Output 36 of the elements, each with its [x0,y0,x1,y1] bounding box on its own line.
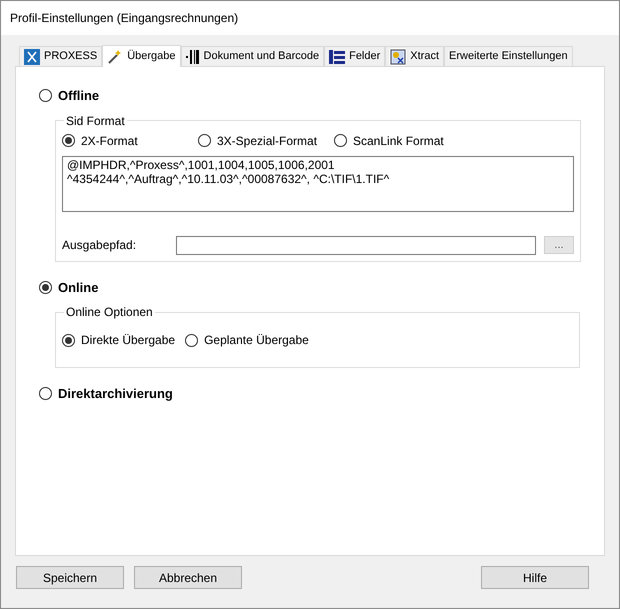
list-icon [329,50,346,64]
dialog-button[interactable]: Speichern [16,566,124,589]
tab[interactable]: Felder [324,46,386,66]
radio-button[interactable] [62,134,75,147]
dialog-button[interactable]: Hilfe [481,566,589,589]
window-title: Profil-Einstellungen (Eingangsrechnungen) [10,10,238,27]
tab[interactable]: Übergabe [102,45,181,67]
option-label: Direkte Übergabe [81,332,176,349]
browse-button[interactable]: ... [544,236,574,254]
radio-button[interactable] [39,387,52,400]
radio-button[interactable] [39,280,52,294]
tab[interactable]: Dokument und Barcode [180,46,324,66]
tab[interactable]: PROXESS [19,46,102,66]
group-title: Online Optionen [65,304,154,321]
option-label: 2X-Format [81,132,138,150]
wand-icon [107,48,124,64]
option-label: Offline [58,87,100,105]
radio-button[interactable] [62,334,75,346]
radio-button[interactable] [185,334,198,346]
preview-text-area[interactable]: @IMPHDR,^Proxess^,1001,1004,1005,1006,2001 ^4354244^,^Auftrag^,^10.11.03^,^00087632^, ^C:\TIF\1.TIF^ [62,156,574,212]
field-label: Ausgabepfad: [62,237,138,254]
barcode-icon [186,48,200,64]
option-label: Online [58,278,98,296]
option-label: ScanLink Format [353,132,444,150]
radio-button[interactable] [39,89,52,102]
tab[interactable]: Xtract [385,46,444,66]
document-icon [390,48,406,64]
option-label: Geplante Übergabe [204,332,309,349]
option-label: Direktarchivierung [58,385,173,403]
radio-button[interactable] [334,134,347,147]
group-title: Sid Format [65,112,126,130]
option-label: 3X-Spezial-Format [217,132,318,150]
dialog-button[interactable]: Abbrechen [134,566,242,589]
output-path-field[interactable] [176,236,536,254]
radio-button[interactable] [198,134,211,147]
tab[interactable]: Erweiterte Einstellungen [444,46,573,66]
